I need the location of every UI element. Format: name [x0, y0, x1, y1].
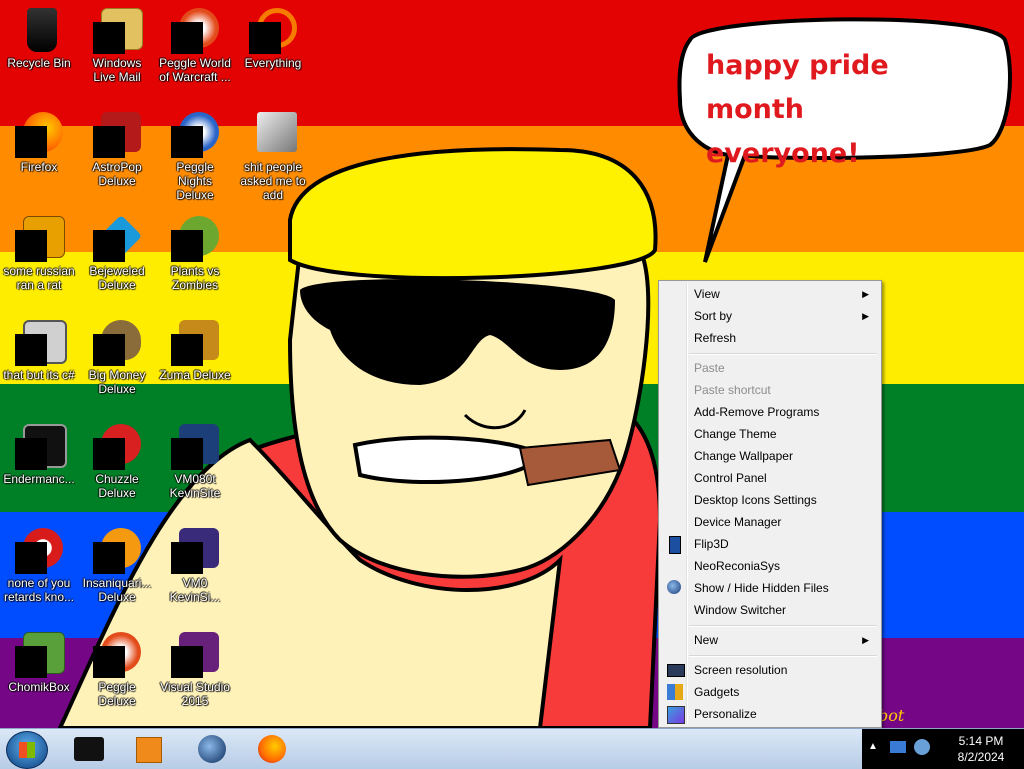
menu-item-view[interactable]: View ▶	[661, 283, 879, 305]
globe-icon	[198, 735, 226, 763]
desktop-icon[interactable]: none of you retards kno...	[2, 524, 76, 604]
menu-item-screen-resolution[interactable]: Screen resolution	[661, 659, 879, 681]
taskbar-app-dark[interactable]	[62, 731, 116, 767]
menu-item-sort-by[interactable]: Sort by ▶	[661, 305, 879, 327]
desktop-icon[interactable]: Big Money Deluxe	[80, 316, 154, 396]
bejeweled-icon	[93, 214, 143, 262]
vm-icon	[171, 422, 219, 470]
firefox-icon	[15, 110, 63, 158]
network-icon[interactable]	[890, 741, 906, 753]
zuma-icon	[171, 318, 219, 366]
volume-icon[interactable]	[914, 739, 930, 755]
menu-item-new[interactable]: New ▶	[661, 629, 879, 651]
desktop-icon[interactable]: Recycle Bin	[2, 4, 76, 70]
menu-item-window-switcher[interactable]: Window Switcher	[661, 599, 879, 621]
monitor-icon	[667, 664, 685, 677]
yellow-hair	[288, 147, 658, 281]
media-player-icon	[136, 737, 162, 763]
astropop-icon	[93, 110, 141, 158]
search-magnifier-icon	[249, 6, 297, 54]
personalize-icon	[667, 706, 685, 724]
desktop-icon[interactable]: Peggle Nights Deluxe	[158, 108, 232, 202]
peggle-icon	[171, 6, 219, 54]
console-icon	[15, 422, 67, 470]
vm-icon	[171, 526, 219, 574]
menu-item-gadgets[interactable]: Gadgets	[661, 681, 879, 703]
plants-vs-zombies-icon	[171, 214, 219, 262]
desktop-icon[interactable]: Peggle World of Warcraft ...	[158, 4, 232, 84]
desktop-icon[interactable]: Zuma Deluxe	[158, 316, 232, 382]
red-circle-icon	[15, 526, 63, 574]
menu-item-paste-shortcut: Paste shortcut	[694, 383, 771, 397]
speech-bubble-text: happy pride month everyone!	[706, 44, 996, 176]
desktop-icon[interactable]: Everything	[236, 4, 310, 70]
menu-separator	[689, 655, 877, 657]
submenu-arrow-icon: ▶	[862, 311, 869, 321]
window-stack-icon	[15, 318, 67, 366]
submenu-arrow-icon: ▶	[862, 635, 869, 645]
desktop-icon[interactable]: ChomikBox	[2, 628, 76, 694]
speech-bubble-line-2: everyone!	[706, 138, 860, 169]
clock[interactable]: 5:14 PM 8/2/2024	[946, 733, 1016, 765]
gadgets-icon	[667, 684, 683, 700]
recycle-bin-icon	[15, 6, 63, 54]
speech-bubble-line-1: happy pride month	[706, 50, 889, 125]
taskbar-app-globe[interactable]	[186, 731, 240, 767]
desktop-icon[interactable]: Bejeweled Deluxe	[80, 212, 154, 292]
menu-item-add-remove-programs[interactable]: Add-Remove Programs	[661, 401, 879, 423]
menu-item-paste: Paste	[694, 361, 725, 375]
flip3d-icon	[669, 536, 681, 554]
chomikbox-icon	[15, 630, 65, 678]
money-bag-icon	[93, 318, 141, 366]
system-tray: ▲ 5:14 PM 8/2/2024	[862, 729, 1024, 769]
desktop-icon[interactable]: Peggle Deluxe	[80, 628, 154, 708]
firefox-icon	[258, 735, 286, 763]
menu-separator	[689, 625, 877, 627]
submenu-arrow-icon: ▶	[862, 289, 869, 299]
desktop-icon[interactable]: Plants vs Zombies	[158, 212, 232, 292]
visual-studio-icon	[171, 630, 219, 678]
desktop-icon[interactable]: Firefox	[2, 108, 76, 174]
clock-time: 5:14 PM	[958, 734, 1004, 748]
desktop-icon[interactable]: AstroPop Deluxe	[80, 108, 154, 188]
mail-icon	[93, 6, 143, 54]
desktop-icon[interactable]: Visual Studio 2015	[158, 628, 232, 708]
peggle-icon	[93, 630, 141, 678]
start-button[interactable]	[6, 731, 48, 769]
taskbar-app-media-player[interactable]	[120, 731, 174, 767]
desktop-icon[interactable]: some russian ran a rat	[2, 212, 76, 292]
desktop-icon[interactable]: Chuzzle Deluxe	[80, 420, 154, 500]
menu-item-device-manager[interactable]: Device Manager	[661, 511, 879, 533]
menu-item-flip3d[interactable]: Flip3D	[661, 533, 879, 555]
windows-logo-icon	[19, 742, 35, 758]
desktop-icon[interactable]: Insaniquari... Deluxe	[80, 524, 154, 604]
desktop-icon[interactable]: Windows Live Mail	[80, 4, 154, 84]
clock-date: 8/2/2024	[957, 750, 1005, 764]
app-icon	[74, 737, 104, 761]
globe-icon	[667, 580, 681, 594]
desktop-context-menu: View ▶ Sort by ▶ Refresh Paste Paste sho…	[658, 280, 882, 728]
desktop-icon[interactable]: shit people asked me to add	[236, 108, 310, 202]
menu-item-desktop-icons-settings[interactable]: Desktop Icons Settings	[661, 489, 879, 511]
desktop-icon[interactable]: VM080t KevinSite	[158, 420, 232, 500]
taskbar-app-firefox[interactable]	[246, 731, 300, 767]
chuzzle-icon	[93, 422, 141, 470]
taskbar: ▲ 5:14 PM 8/2/2024	[0, 728, 1024, 769]
desktop-icon[interactable]: Endermanc...	[2, 420, 76, 486]
menu-separator	[689, 353, 877, 355]
folder-icon	[249, 110, 297, 158]
menu-item-control-panel[interactable]: Control Panel	[661, 467, 879, 489]
game-icon	[15, 214, 65, 262]
menu-item-neoreconiasys[interactable]: NeoReconiaSys	[661, 555, 879, 577]
desktop-icon[interactable]: VM0 KevinSi...	[158, 524, 232, 604]
show-hidden-icons-button[interactable]: ▲	[868, 741, 878, 752]
insaniquarium-icon	[93, 526, 141, 574]
menu-item-change-theme[interactable]: Change Theme	[661, 423, 879, 445]
menu-item-personalize[interactable]: Personalize	[661, 703, 879, 725]
menu-item-change-wallpaper[interactable]: Change Wallpaper	[661, 445, 879, 467]
peggle-nights-icon	[171, 110, 219, 158]
desktop-icon[interactable]: that but its c#	[2, 316, 76, 382]
menu-item-refresh[interactable]: Refresh	[661, 327, 879, 349]
menu-item-show-hide-hidden-files[interactable]: Show / Hide Hidden Files	[661, 577, 879, 599]
